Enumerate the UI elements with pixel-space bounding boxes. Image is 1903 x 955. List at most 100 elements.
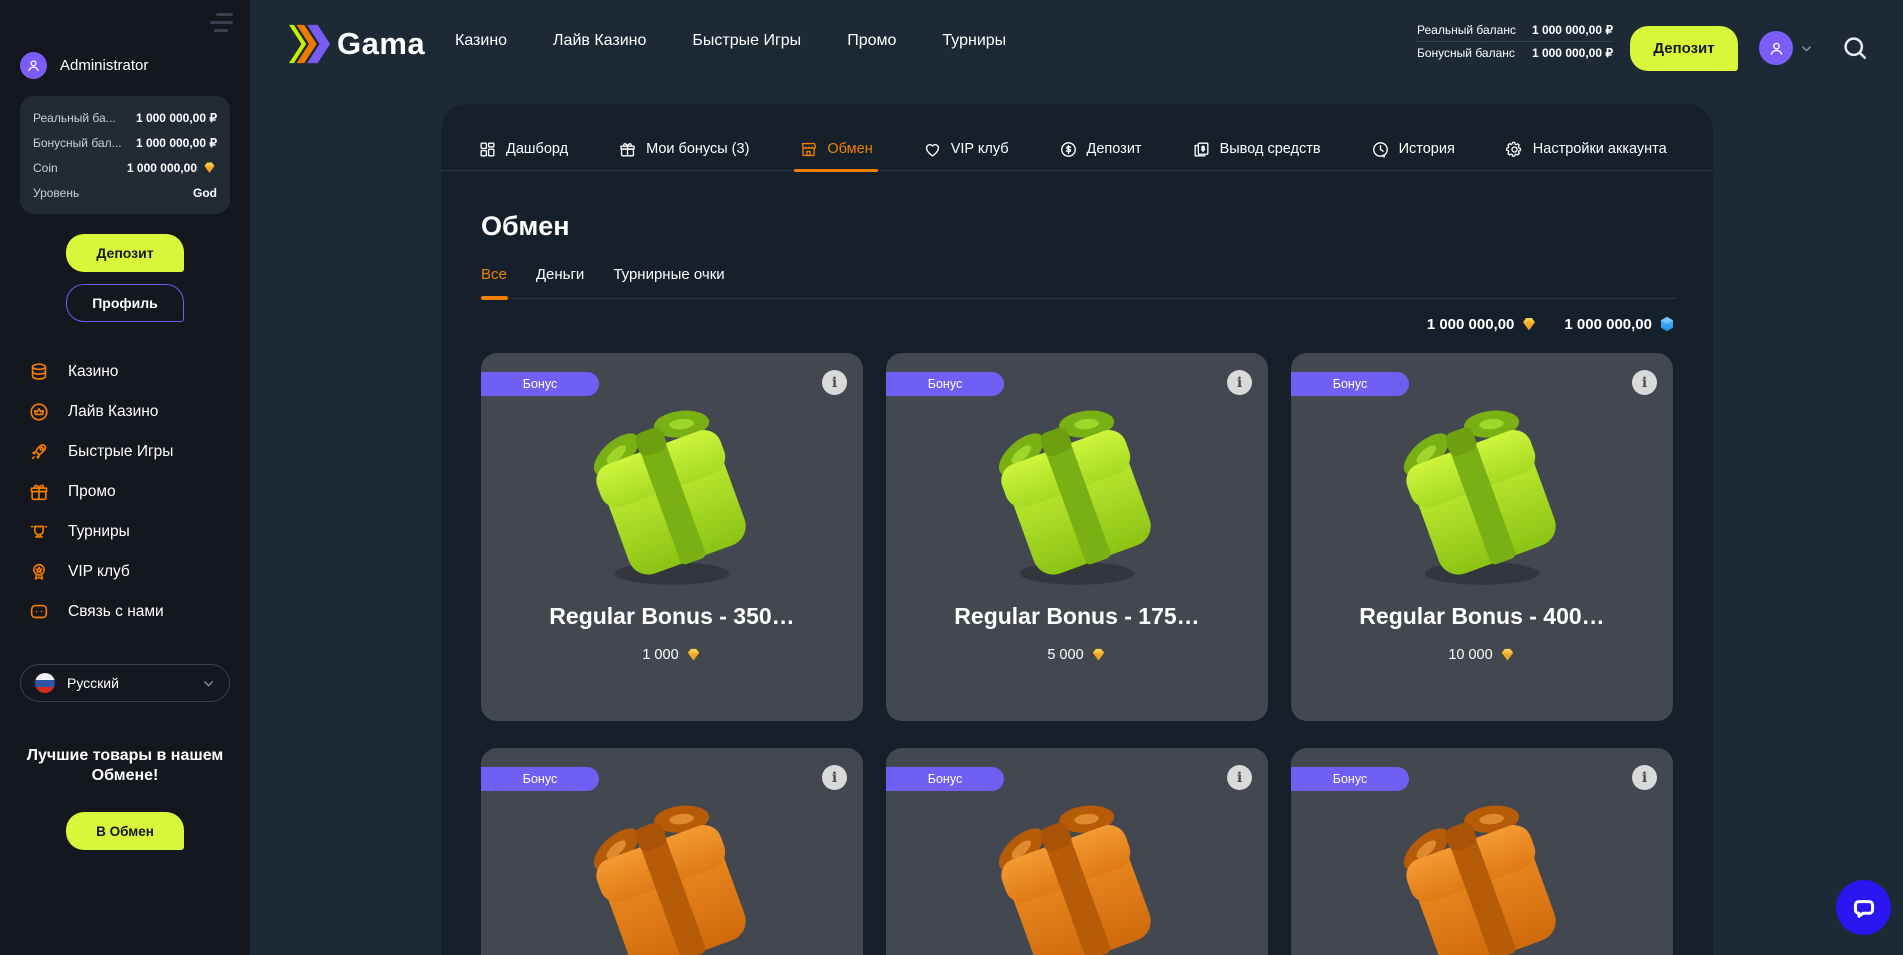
orange-gem-icon xyxy=(1520,315,1538,333)
bonus-balance-row: Бонусный бал... 1 000 000,00 ₽ xyxy=(33,130,217,155)
sidebar-item-live-casino[interactable]: Лайв Казино xyxy=(0,392,250,432)
sidebar-item-contact-us[interactable]: Связь с нами xyxy=(0,592,250,632)
logo-text: Gama xyxy=(337,26,425,62)
orange-gem-icon xyxy=(1499,646,1516,663)
user-row[interactable]: Administrator xyxy=(20,52,148,79)
top-nav: Казино Лайв Казино Быстрые Игры Промо Ту… xyxy=(455,32,1006,50)
green-gift-image xyxy=(1380,393,1585,598)
russian-flag-icon xyxy=(35,673,55,693)
subtab-all[interactable]: Все xyxy=(481,266,507,298)
sidebar-item-fast-games[interactable]: Быстрые Игры xyxy=(0,432,250,472)
orange-gift-image xyxy=(1380,788,1585,955)
sidebar-item-promo[interactable]: Промо xyxy=(0,472,250,512)
bonus-balance-value: 1 000 000,00 ₽ xyxy=(1532,46,1613,60)
tab-label: VIP клуб xyxy=(951,141,1009,157)
sidebar-item-label: Промо xyxy=(68,483,116,501)
page-title: Обмен xyxy=(481,211,1713,242)
header-deposit-button[interactable]: Депозит xyxy=(1630,26,1738,71)
tab-exchange[interactable]: Обмен xyxy=(799,128,872,170)
bonus-price: 10 000 xyxy=(1291,646,1673,663)
real-balance-row: Реальный ба... 1 000 000,00 ₽ xyxy=(33,105,217,130)
user-name: Administrator xyxy=(60,57,148,74)
tab-deposit[interactable]: Депозит xyxy=(1059,128,1142,170)
sidebar-item-vip-club[interactable]: VIP клуб xyxy=(0,552,250,592)
header-bonus-balance: Бонусный баланс 1 000 000,00 ₽ xyxy=(1417,42,1613,64)
gift-icon xyxy=(28,481,50,503)
bonus-card[interactable]: Бонус i xyxy=(886,748,1268,955)
sidebar-item-label: Лайв Казино xyxy=(68,403,158,421)
tab-label: Мои бонусы (3) xyxy=(646,141,749,157)
header-balances: Реальный баланс 1 000 000,00 ₽ Бонусный … xyxy=(1417,19,1613,64)
sidebar-item-label: Турниры xyxy=(68,523,130,541)
tab-history[interactable]: История xyxy=(1371,128,1455,170)
bonus-card[interactable]: Бонус i xyxy=(1291,748,1673,955)
app-page: Administrator Реальный ба... 1 000 000,0… xyxy=(0,0,1903,955)
top-nav-casino[interactable]: Казино xyxy=(455,32,507,50)
dollar-coin-icon xyxy=(1059,140,1078,159)
tab-account-settings[interactable]: Настройки аккаунта xyxy=(1505,128,1667,170)
info-icon[interactable]: i xyxy=(1227,765,1252,790)
bonus-balance-value: 1 000 000,00 ₽ xyxy=(136,136,217,150)
tab-label: Обмен xyxy=(827,141,872,157)
history-clock-icon xyxy=(1371,140,1390,159)
real-balance-label: Реальный баланс xyxy=(1417,23,1516,37)
bonus-card[interactable]: Бонус i Regular Bonus - 400… xyxy=(1291,353,1673,721)
bonus-balance-label: Бонусный баланс xyxy=(1417,46,1515,60)
top-nav-live-casino[interactable]: Лайв Казино xyxy=(553,32,646,50)
real-balance-value: 1 000 000,00 ₽ xyxy=(136,111,217,125)
coin-balance-label: Coin xyxy=(33,161,58,175)
tab-dashboard[interactable]: Дашборд xyxy=(478,128,568,170)
live-chat-button[interactable] xyxy=(1836,880,1891,935)
orange-gift-image xyxy=(570,788,775,955)
to-exchange-button[interactable]: В Обмен xyxy=(66,812,184,850)
tab-vip-club[interactable]: VIP клуб xyxy=(923,128,1009,170)
level-row: Уровень God xyxy=(33,180,217,205)
tab-label: История xyxy=(1399,141,1455,157)
blue-gem-icon xyxy=(1658,315,1676,333)
top-nav-promo[interactable]: Промо xyxy=(847,32,896,50)
sidebar-nav: Казино Лайв Казино Быстрые Игры xyxy=(0,352,250,632)
sidebar-balance-card: Реальный ба... 1 000 000,00 ₽ Бонусный б… xyxy=(20,96,230,214)
top-nav-tournaments[interactable]: Турниры xyxy=(942,32,1006,50)
tab-my-bonuses[interactable]: Мои бонусы (3) xyxy=(618,128,749,170)
tab-withdraw[interactable]: Вывод средств xyxy=(1192,128,1321,170)
orange-gift-image xyxy=(975,788,1180,955)
top-nav-fast-games[interactable]: Быстрые Игры xyxy=(692,32,801,50)
header-real-balance: Реальный баланс 1 000 000,00 ₽ xyxy=(1417,19,1613,42)
real-balance-value: 1 000 000,00 ₽ xyxy=(1532,23,1613,37)
bonus-balance-label: Бонусный бал... xyxy=(33,136,122,150)
info-icon[interactable]: i xyxy=(822,370,847,395)
bonus-card[interactable]: Бонус i Regular Bonus - 350… xyxy=(481,353,863,721)
info-icon[interactable]: i xyxy=(1227,370,1252,395)
profile-menu-button[interactable] xyxy=(1759,31,1793,65)
gama-chevrons-icon xyxy=(287,23,334,65)
sidebar-item-label: VIP клуб xyxy=(68,563,130,581)
sidebar-deposit-button[interactable]: Депозит xyxy=(66,234,184,272)
gama-logo[interactable]: Gama xyxy=(287,23,425,65)
bonus-card[interactable]: Бонус i Regular Bonus - 175… xyxy=(886,353,1268,721)
bonus-title: Regular Bonus - 350… xyxy=(481,603,863,630)
coin-balance-row: Coin 1 000 000,00 xyxy=(33,155,217,180)
info-icon[interactable]: i xyxy=(1632,370,1657,395)
tab-label: Депозит xyxy=(1087,141,1142,157)
coin-balance-value: 1 000 000,00 xyxy=(127,160,217,175)
exchange-balances: 1 000 000,00 1 000 000,00 xyxy=(441,315,1676,333)
info-icon[interactable]: i xyxy=(1632,765,1657,790)
sidebar-item-tournaments[interactable]: Турниры xyxy=(0,512,250,552)
language-selector[interactable]: Русский xyxy=(20,664,230,702)
menu-toggle-icon[interactable] xyxy=(210,13,234,35)
search-icon[interactable] xyxy=(1840,33,1870,63)
sidebar-item-casino[interactable]: Казино xyxy=(0,352,250,392)
person-icon xyxy=(25,57,42,74)
chevron-down-icon[interactable] xyxy=(1800,42,1813,55)
person-icon xyxy=(1767,39,1786,58)
bonus-card[interactable]: Бонус i xyxy=(481,748,863,955)
sidebar-profile-button[interactable]: Профиль xyxy=(66,284,184,322)
store-icon xyxy=(799,140,818,159)
green-gift-image xyxy=(975,393,1180,598)
subtab-tournament-points[interactable]: Турнирные очки xyxy=(613,266,724,298)
bonus-price: 1 000 xyxy=(481,646,863,663)
orange-gem-icon xyxy=(685,646,702,663)
subtab-money[interactable]: Деньги xyxy=(536,266,584,298)
info-icon[interactable]: i xyxy=(822,765,847,790)
